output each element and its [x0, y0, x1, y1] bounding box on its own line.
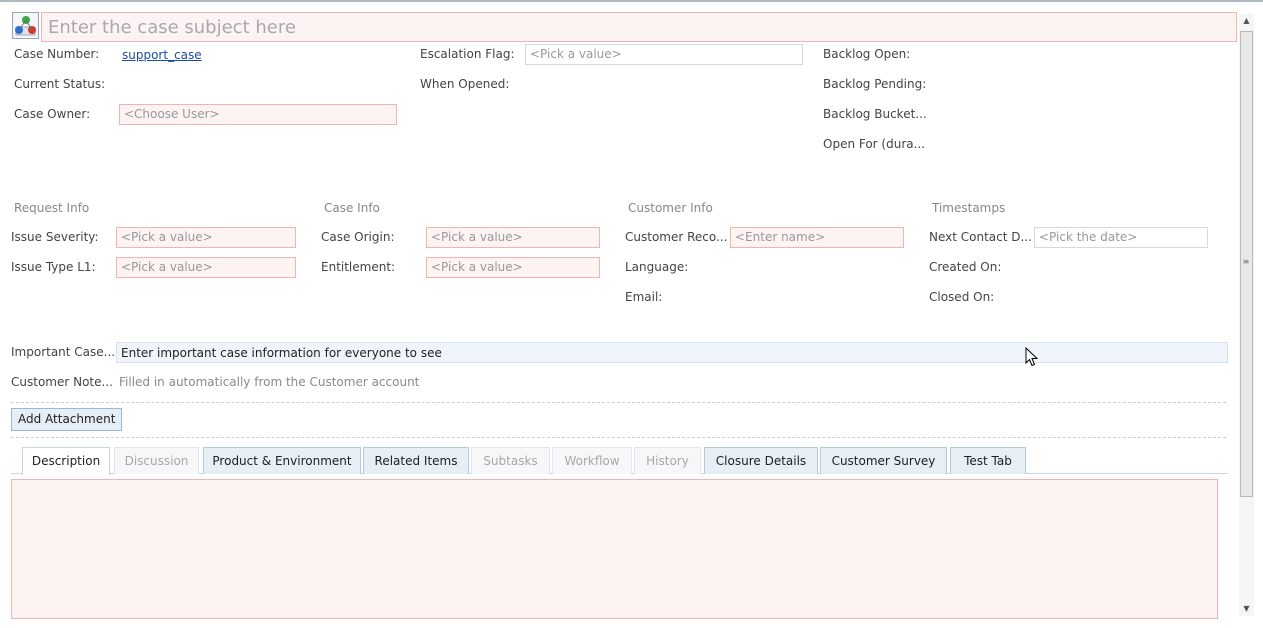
- tab-history[interactable]: History: [634, 447, 701, 474]
- scroll-down-icon[interactable]: ▼: [1241, 604, 1252, 614]
- section-title-timestamps: Timestamps: [932, 201, 1006, 215]
- entitlement-label: Entitlement:: [321, 260, 396, 274]
- tab-subtasks[interactable]: Subtasks: [471, 447, 550, 474]
- customer-record-field[interactable]: <Enter name>: [730, 227, 904, 248]
- created-on-label: Created On:: [929, 260, 1002, 274]
- section-title-customer-info: Customer Info: [628, 201, 713, 215]
- customer-notes-value: Filled in automatically from the Custome…: [119, 375, 420, 389]
- app-icon: [12, 12, 39, 39]
- description-textarea[interactable]: [11, 479, 1218, 619]
- important-case-label: Important Case...: [11, 345, 116, 359]
- section-title-case-info: Case Info: [324, 201, 380, 215]
- current-status-label: Current Status:: [14, 77, 106, 91]
- divider: [11, 402, 1226, 403]
- customer-notes-label: Customer Note...: [11, 375, 113, 389]
- language-label: Language:: [625, 260, 689, 274]
- open-for-label: Open For (dura...: [823, 137, 926, 151]
- section-title-request-info: Request Info: [14, 201, 90, 215]
- backlog-pending-label: Backlog Pending:: [823, 77, 927, 91]
- case-origin-select[interactable]: <Pick a value>: [426, 227, 600, 248]
- tab-description[interactable]: Description: [22, 447, 110, 475]
- email-label: Email:: [625, 290, 663, 304]
- tab-related-items[interactable]: Related Items: [363, 447, 469, 474]
- divider: [11, 437, 1226, 438]
- customer-record-label: Customer Reco...: [625, 230, 728, 244]
- tab-closure-details[interactable]: Closure Details: [704, 447, 818, 474]
- case-owner-label: Case Owner:: [14, 107, 91, 121]
- backlog-bucket-label: Backlog Bucket...: [823, 107, 927, 121]
- tab-discussion[interactable]: Discussion: [114, 447, 199, 474]
- case-origin-label: Case Origin:: [321, 230, 395, 244]
- tab-product-environment[interactable]: Product & Environment: [203, 447, 361, 474]
- issue-severity-label: Issue Severity:: [11, 230, 99, 244]
- issue-type-label: Issue Type L1:: [11, 260, 96, 274]
- escalation-flag-label: Escalation Flag:: [420, 47, 515, 61]
- issue-severity-select[interactable]: <Pick a value>: [116, 227, 296, 248]
- mouse-cursor-icon: [1025, 346, 1039, 367]
- window-top-border: [0, 0, 1263, 2]
- case-number-link[interactable]: support_case: [122, 48, 202, 62]
- add-attachment-button[interactable]: Add Attachment: [11, 408, 123, 431]
- closed-on-label: Closed On:: [929, 290, 995, 304]
- next-contact-label: Next Contact D...: [929, 230, 1032, 244]
- issue-type-select[interactable]: <Pick a value>: [116, 257, 296, 278]
- tab-workflow[interactable]: Workflow: [552, 447, 632, 474]
- important-case-info-field[interactable]: Enter important case information for eve…: [116, 342, 1228, 363]
- escalation-flag-select[interactable]: <Pick a value>: [525, 44, 803, 65]
- case-number-label: Case Number:: [14, 47, 100, 61]
- when-opened-label: When Opened:: [420, 77, 510, 91]
- case-subject-input[interactable]: Enter the case subject here: [41, 12, 1237, 42]
- next-contact-date-picker[interactable]: <Pick the date>: [1034, 227, 1208, 248]
- grip-icon: ≡: [1242, 257, 1250, 266]
- entitlement-select[interactable]: <Pick a value>: [426, 257, 600, 278]
- backlog-open-label: Backlog Open:: [823, 47, 911, 61]
- tab-customer-survey[interactable]: Customer Survey: [820, 447, 947, 474]
- case-owner-field[interactable]: <Choose User>: [119, 104, 397, 125]
- tab-test-tab[interactable]: Test Tab: [950, 447, 1026, 474]
- scroll-up-icon[interactable]: ▲: [1241, 16, 1252, 26]
